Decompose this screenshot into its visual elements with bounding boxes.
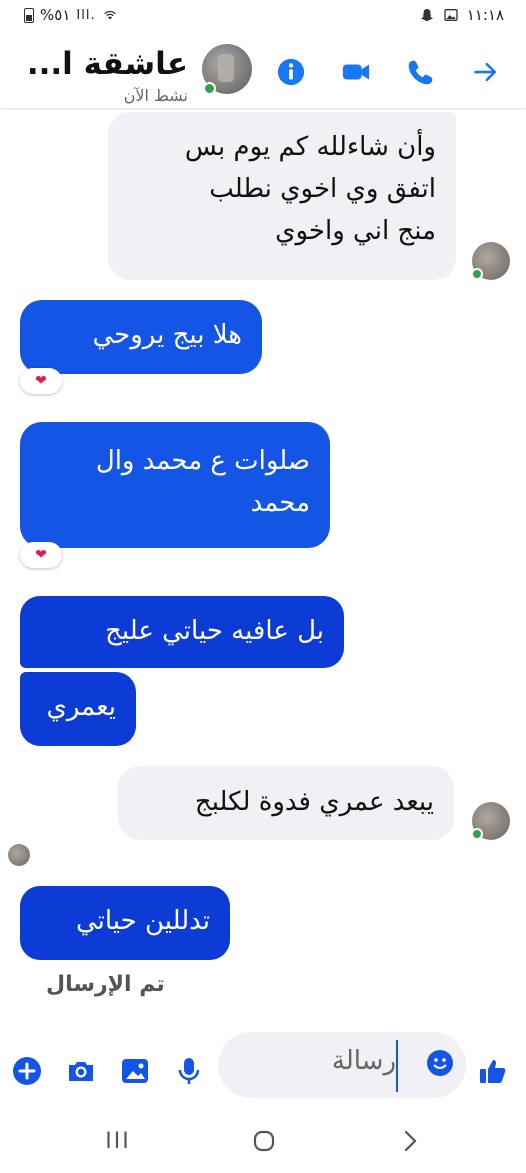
camera-icon[interactable] [66,1056,96,1086]
outgoing-message[interactable]: هلا بيج يروحي [20,300,262,374]
online-indicator [471,828,483,840]
like-icon[interactable] [478,1056,508,1086]
battery-percent: %٥١ [40,6,71,24]
emoji-icon[interactable] [425,1048,455,1078]
back-button[interactable] [390,1126,430,1156]
clock: ١١:١٨ [466,6,504,24]
wifi-icon [103,10,116,20]
gallery-notification-icon [444,9,458,21]
system-navigation-bar: III [0,1110,526,1173]
recent-apps-button[interactable]: III [98,1126,138,1156]
outgoing-message[interactable]: تدللين حياتي [20,886,230,960]
recent-apps-icon: III [105,1128,131,1154]
heart-icon: ❤ [35,373,47,389]
snapchat-icon [420,9,433,21]
microphone-icon[interactable] [174,1056,204,1086]
heart-reaction[interactable]: ❤ [20,368,62,394]
phone-icon[interactable] [405,56,437,88]
plus-icon[interactable] [12,1056,42,1086]
info-icon[interactable] [275,56,307,88]
heart-icon: ❤ [35,547,47,563]
message-placeholder: رسالة [331,1046,396,1076]
contact-active-status: نشط الآن [123,86,188,105]
gallery-icon[interactable] [120,1056,150,1086]
online-indicator [203,82,216,95]
home-icon [253,1130,275,1152]
signal-icon: Ill. [76,7,96,23]
video-call-icon[interactable] [340,56,372,88]
back-icon [404,1130,417,1152]
composer: رسالة [0,1028,526,1108]
incoming-message[interactable]: يبعد عمري فدوة لكلبج [118,766,454,840]
chat-header: عاشقة ا... نشط الآن [0,36,526,108]
outgoing-message[interactable]: يعمري [20,672,136,746]
contact-name[interactable]: عاشقة ا... [27,46,188,82]
home-button[interactable] [244,1126,284,1156]
status-bar: %٥١ Ill. ١١:١٨ [0,0,526,36]
incoming-message[interactable]: وأن شاءلله كم يوم بس اتفق وي اخوي نطلب م… [108,112,456,280]
outgoing-message[interactable]: بل عافيه حياتي عليج [20,596,344,668]
online-indicator [471,268,483,280]
heart-reaction[interactable]: ❤ [20,542,62,568]
sent-status: تم الإرسال [46,972,165,997]
outgoing-message[interactable]: صلوات ع محمد وال محمد [20,422,330,548]
status-bar-left: %٥١ Ill. [24,6,118,24]
status-bar-right: ١١:١٨ [419,6,504,24]
text-caret [396,1040,398,1092]
battery-icon [24,7,34,23]
seen-avatar [8,844,30,866]
arrow-right-icon[interactable] [470,56,502,88]
